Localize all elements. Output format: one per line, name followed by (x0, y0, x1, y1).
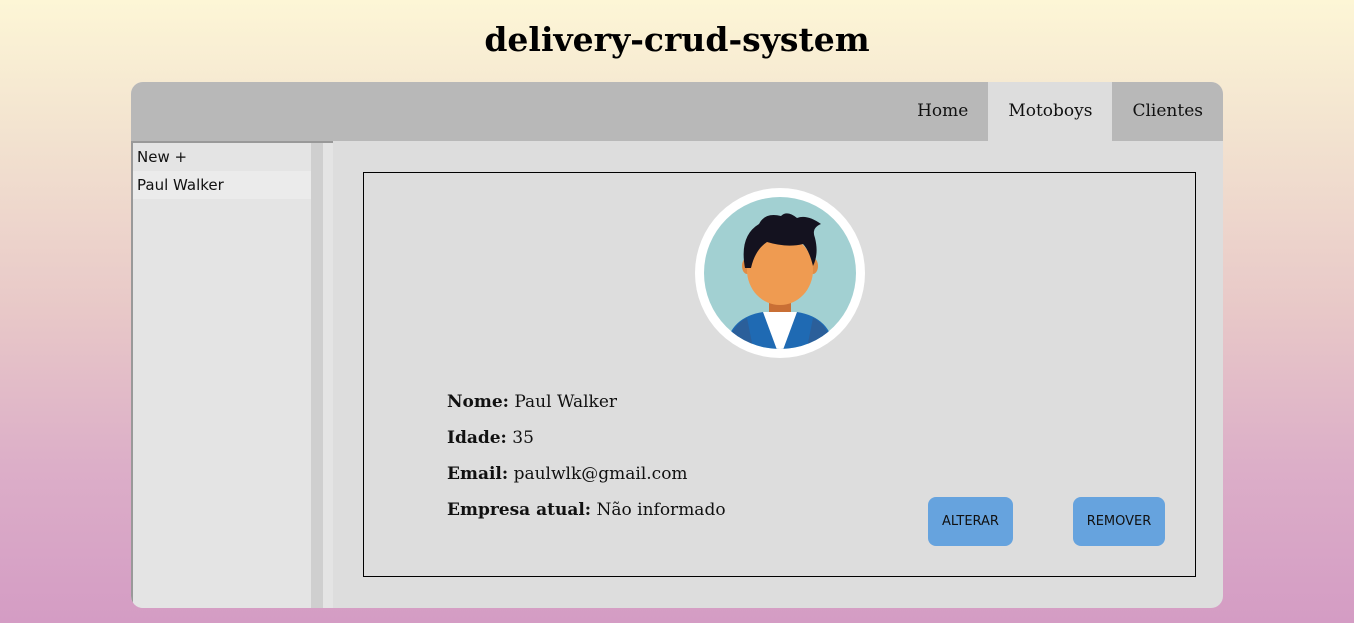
field-value: 35 (512, 428, 534, 448)
nav-home[interactable]: Home (897, 82, 988, 141)
field-idade: Idade: 35 (447, 428, 726, 464)
field-label: Empresa atual: (447, 500, 592, 520)
motoboy-fields: Nome: Paul Walker Idade: 35 Email: paulw… (447, 392, 726, 536)
field-value: Paul Walker (514, 392, 618, 412)
nav-motoboys[interactable]: Motoboys (988, 82, 1113, 141)
field-value: Não informado (596, 500, 726, 520)
motoboy-list-sidebar: New + Paul Walker (131, 141, 333, 608)
field-label: Email: (447, 464, 509, 484)
new-motoboy-button[interactable]: New + (133, 143, 317, 171)
app-title: delivery-crud-system (484, 20, 870, 59)
list-item[interactable]: Paul Walker (133, 171, 317, 199)
alterar-button[interactable]: ALTERAR (928, 497, 1013, 546)
top-navbar: Home Motoboys Clientes (131, 82, 1223, 141)
sidebar-scrollbar[interactable] (311, 143, 323, 608)
field-empresa: Empresa atual: Não informado (447, 500, 726, 536)
person-avatar-icon (695, 188, 865, 358)
field-label: Nome: (447, 392, 509, 412)
motoboy-detail-card: Nome: Paul Walker Idade: 35 Email: paulw… (363, 172, 1196, 577)
remover-button[interactable]: REMOVER (1073, 497, 1165, 546)
field-nome: Nome: Paul Walker (447, 392, 726, 428)
nav-menu: Home Motoboys Clientes (897, 82, 1223, 141)
field-value: paulwlk@gmail.com (513, 464, 688, 484)
app-window: Home Motoboys Clientes New + Paul Walker (131, 82, 1223, 608)
field-label: Idade: (447, 428, 507, 448)
nav-clientes[interactable]: Clientes (1112, 82, 1223, 141)
field-email: Email: paulwlk@gmail.com (447, 464, 726, 500)
